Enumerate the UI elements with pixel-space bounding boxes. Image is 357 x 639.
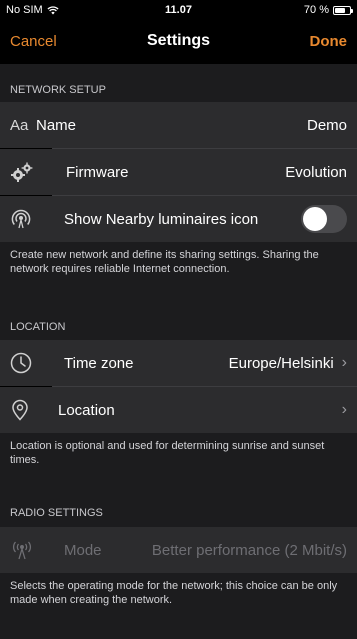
firmware-label: Firmware — [66, 163, 129, 181]
chevron-right-icon: › — [341, 354, 347, 371]
radio-note: Selects the operating mode for the netwo… — [0, 573, 357, 639]
firmware-value[interactable]: Evolution — [285, 149, 347, 195]
radio-antenna-icon — [10, 527, 34, 573]
toggle-knob — [303, 207, 327, 231]
nearby-toggle[interactable] — [301, 205, 347, 233]
done-button[interactable]: Done — [310, 33, 348, 50]
section-header-location: LOCATION — [0, 306, 357, 340]
firmware-row[interactable]: Firmware Evolution — [0, 149, 357, 195]
page-title: Settings — [146, 32, 211, 49]
battery-icon — [333, 5, 353, 15]
name-label: Name — [36, 116, 77, 134]
mode-label: Mode — [64, 541, 102, 559]
section-header-radio-settings: RADIO SETTINGS — [0, 493, 357, 527]
time-zone-value: Europe/Helsinki — [228, 354, 334, 372]
time-zone-value-wrap: Europe/Helsinki › — [229, 340, 347, 386]
nav-bar: Cancel Settings Done — [0, 20, 357, 64]
status-bar: No SIM 11.07 70 % — [0, 0, 357, 20]
text-size-icon: Aa — [10, 116, 29, 134]
network-setup-note: Create new network and define its sharin… — [0, 242, 357, 306]
location-row[interactable]: Location › — [0, 387, 357, 433]
mode-value: Better performance (2 Mbit/s) — [151, 541, 347, 559]
name-row[interactable]: Aa Name Demo — [0, 102, 357, 148]
location-note: Location is optional and used for determ… — [0, 433, 357, 493]
location-label: Location — [58, 401, 115, 419]
location-pin-icon — [10, 387, 30, 433]
nearby-label: Show Nearby luminaires icon — [64, 210, 259, 228]
nearby-luminaires-row: Show Nearby luminaires icon — [0, 196, 357, 242]
time-zone-label: Time zone — [64, 354, 134, 372]
chevron-right-icon: › — [341, 401, 347, 418]
nearby-toggle-wrap — [301, 196, 347, 242]
gears-icon — [10, 149, 34, 195]
section-header-network-setup: NETWORK SETUP — [0, 64, 357, 102]
mode-row: Mode Better performance (2 Mbit/s) — [0, 527, 357, 573]
location-value-wrap: › — [334, 387, 347, 433]
time-zone-row[interactable]: Time zone Europe/Helsinki › — [0, 340, 357, 386]
name-value[interactable]: Demo — [307, 102, 347, 148]
battery-fill — [335, 7, 345, 13]
nearby-signal-icon — [10, 196, 32, 242]
battery-info: 70 % — [303, 4, 353, 16]
clock-icon — [10, 340, 32, 386]
battery-percent: 70 % — [303, 4, 329, 16]
